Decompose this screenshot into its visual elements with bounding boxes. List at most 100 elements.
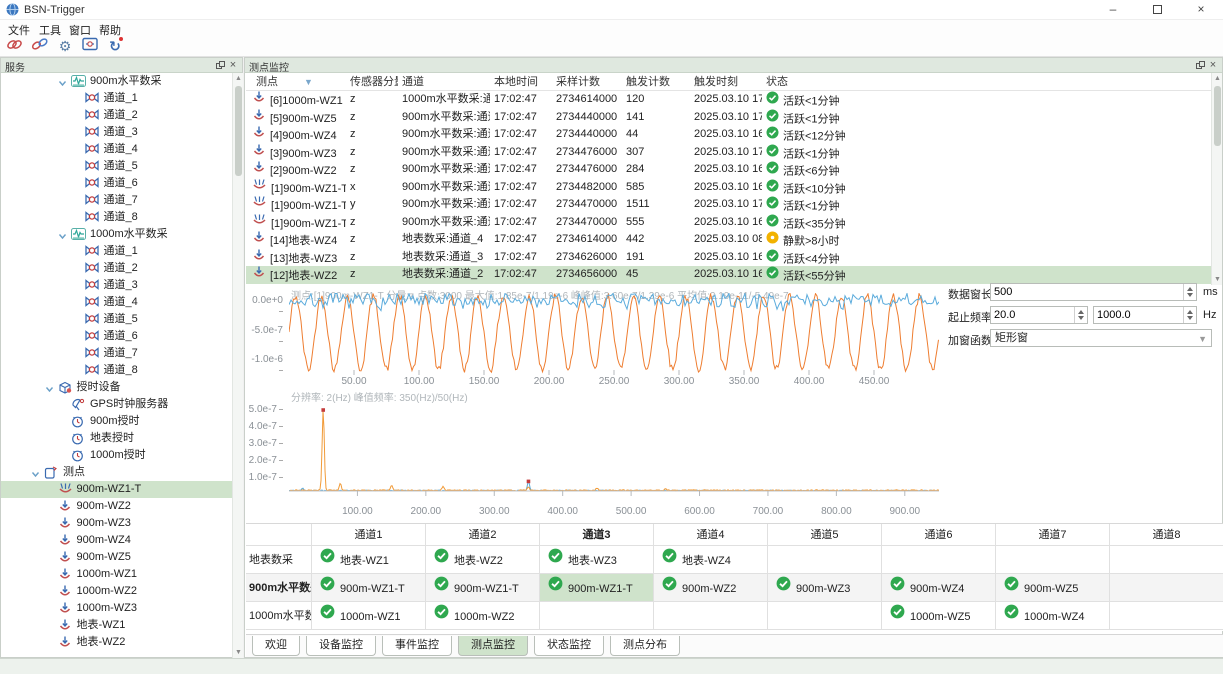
tree-item-通道_1[interactable]: 通道_1 [1,90,232,107]
tree-item-通道_4[interactable]: 通道_4 [1,294,232,311]
tree-item-通道_7[interactable]: 通道_7 [1,345,232,362]
close-button[interactable]: × [1179,0,1223,20]
tree-item-通道_2[interactable]: 通道_2 [1,107,232,124]
tree-item-900m-WZ2[interactable]: 900m-WZ2 [1,498,232,515]
menu-window[interactable]: 窗口 [66,22,94,38]
table-row-[6]1000m-WZ1-z[interactable]: [6]1000m-WZ1z1000m水平数采:通道_117:02:4727346… [246,91,1211,109]
grid-cell-empty[interactable] [653,602,767,629]
grid-column-通道8[interactable]: 通道8 [1109,524,1223,545]
grid-column-通道3[interactable]: 通道3 [539,524,653,545]
column-header-传感器分量[interactable]: 传感器分量 [346,73,398,90]
table-row-[5]900m-WZ5-z[interactable]: [5]900m-WZ5z900m水平数采:通道_717:02:472734440… [246,109,1211,127]
grid-cell-900m-WZ1-T[interactable]: 900m-WZ1-T [539,574,653,601]
tab-测点分布[interactable]: 测点分布 [610,636,680,656]
tree-item-1000m-WZ2[interactable]: 1000m-WZ2 [1,583,232,600]
tree-item-通道_8[interactable]: 通道_8 [1,362,232,379]
tree-item-通道_5[interactable]: 通道_5 [1,311,232,328]
grid-cell-empty[interactable] [767,546,881,573]
grid-cell-地表-WZ1[interactable]: 地表-WZ1 [311,546,425,573]
grid-cell-1000m-WZ5[interactable]: 1000m-WZ5 [881,602,995,629]
menu-help[interactable]: 帮助 [96,22,124,38]
tree-item-1000m授时[interactable]: 1000m授时 [1,447,232,464]
spin-down-icon[interactable] [1078,316,1084,320]
disconnect-icon[interactable] [28,37,50,56]
spin-down-icon[interactable] [1187,293,1193,297]
grid-cell-地表-WZ4[interactable]: 地表-WZ4 [653,546,767,573]
tree-item-1000m-WZ3[interactable]: 1000m-WZ3 [1,600,232,617]
maximize-button[interactable] [1135,0,1179,20]
float-panel-icon[interactable] [214,59,226,71]
grid-column-通道5[interactable]: 通道5 [767,524,881,545]
grid-column-通道4[interactable]: 通道4 [653,524,767,545]
table-row-[4]900m-WZ4-z[interactable]: [4]900m-WZ4z900m水平数采:通道_617:02:472734440… [246,126,1211,144]
grid-column-通道7[interactable]: 通道7 [995,524,1109,545]
scroll-thumb[interactable] [1214,86,1221,146]
grid-cell-empty[interactable] [1109,602,1223,629]
tree-item-GPS时钟服务器[interactable]: GPS时钟服务器 [1,396,232,413]
spin-up-icon[interactable] [1078,310,1084,314]
tree-item-900m-WZ1-T[interactable]: 900m-WZ1-T [1,481,232,498]
tree-scrollbar[interactable]: ▲ ▼ [232,73,243,658]
freq-from-input[interactable] [991,307,1073,323]
close-panel-icon[interactable]: × [1207,59,1219,71]
tree-item-通道_3[interactable]: 通道_3 [1,277,232,294]
tab-测点监控[interactable]: 测点监控 [458,636,528,656]
grid-cell-900m-WZ2[interactable]: 900m-WZ2 [653,574,767,601]
table-row-[13]地表-WZ3-z[interactable]: [13]地表-WZ3z地表数采:通道_317:02:47273462600019… [246,249,1211,267]
grid-cell-1000m-WZ1[interactable]: 1000m-WZ1 [311,602,425,629]
freq-to-spinbox[interactable] [1093,306,1197,324]
grid-cell-900m-WZ5[interactable]: 900m-WZ5 [995,574,1109,601]
table-row-[14]地表-WZ4-z[interactable]: [14]地表-WZ4z地表数采:通道_417:02:47273461400044… [246,231,1211,249]
table-scrollbar[interactable]: ▲ ▼ [1211,73,1222,285]
filter-chevron-icon[interactable]: ▼ [304,77,313,87]
grid-cell-地表-WZ2[interactable]: 地表-WZ2 [425,546,539,573]
scroll-up-icon[interactable]: ▲ [233,73,244,84]
window-length-spinbox[interactable] [990,283,1197,301]
tree-item-授时设备[interactable]: 授时设备 [1,379,232,396]
window-fn-combobox[interactable]: 矩形窗 ▼ [990,329,1212,347]
connect-icon[interactable] [3,37,25,56]
settings-gear-icon[interactable]: ⚙ [54,37,76,56]
grid-cell-empty[interactable] [539,602,653,629]
monitor-window-icon[interactable] [79,37,101,56]
scroll-up-icon[interactable]: ▲ [1212,73,1223,84]
window-length-input[interactable] [991,284,1182,300]
tab-欢迎[interactable]: 欢迎 [252,636,300,656]
table-row-[2]900m-WZ2-z[interactable]: [2]900m-WZ2z900m水平数采:通道_417:02:472734476… [246,161,1211,179]
refresh-icon[interactable]: ↻ [104,37,126,56]
tab-状态监控[interactable]: 状态监控 [534,636,604,656]
column-header-本地时间[interactable]: 本地时间 [490,73,552,90]
tab-设备监控[interactable]: 设备监控 [306,636,376,656]
spin-up-icon[interactable] [1187,310,1193,314]
tree-item-地表授时[interactable]: 地表授时 [1,430,232,447]
grid-cell-empty[interactable] [1109,546,1223,573]
tree-item-通道_4[interactable]: 通道_4 [1,141,232,158]
grid-column-通道2[interactable]: 通道2 [425,524,539,545]
tree-item-通道_8[interactable]: 通道_8 [1,209,232,226]
tree-item-900m-WZ4[interactable]: 900m-WZ4 [1,532,232,549]
spin-down-icon[interactable] [1187,316,1193,320]
grid-cell-900m-WZ3[interactable]: 900m-WZ3 [767,574,881,601]
grid-cell-1000m-WZ2[interactable]: 1000m-WZ2 [425,602,539,629]
grid-cell-1000m-WZ4[interactable]: 1000m-WZ4 [995,602,1109,629]
column-header-采样计数[interactable]: 采样计数 [552,73,622,90]
grid-column-通道6[interactable]: 通道6 [881,524,995,545]
tree-item-通道_1[interactable]: 通道_1 [1,243,232,260]
table-row-[3]900m-WZ3-z[interactable]: [3]900m-WZ3z900m水平数采:通道_517:02:472734476… [246,144,1211,162]
tree-item-900m-WZ5[interactable]: 900m-WZ5 [1,549,232,566]
tree-item-通道_6[interactable]: 通道_6 [1,175,232,192]
menu-file[interactable]: 文件 [5,22,33,38]
grid-column-通道1[interactable]: 通道1 [311,524,425,545]
minimize-button[interactable]: – [1091,0,1135,20]
column-header-测点[interactable]: 测点▼ [246,73,346,90]
tree-item-900m授时[interactable]: 900m授时 [1,413,232,430]
grid-cell-empty[interactable] [1109,574,1223,601]
tree-item-地表-WZ2[interactable]: 地表-WZ2 [1,634,232,651]
grid-cell-900m-WZ1-T[interactable]: 900m-WZ1-T [311,574,425,601]
grid-cell-900m-WZ4[interactable]: 900m-WZ4 [881,574,995,601]
column-header-状态[interactable]: 状态 [762,73,1211,90]
grid-cell-empty[interactable] [767,602,881,629]
tab-事件监控[interactable]: 事件监控 [382,636,452,656]
tree-item-测点[interactable]: 测点 [1,464,232,481]
table-row-[1]900m-WZ1-T-x[interactable]: [1]900m-WZ1-Tx900m水平数采:通道_117:02:4727344… [246,179,1211,197]
